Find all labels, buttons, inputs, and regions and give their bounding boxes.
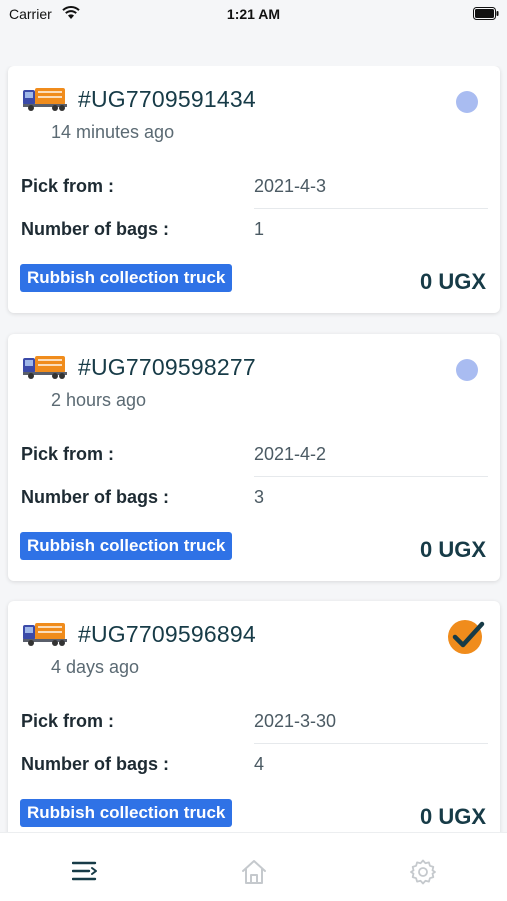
service-type-badge: Rubbish collection truck [20, 264, 233, 292]
order-price: 0 UGX [419, 804, 486, 829]
pick-from-label: Pick from : [21, 444, 115, 464]
service-type-badge: Rubbish collection truck [20, 799, 233, 827]
tab-orders[interactable] [0, 833, 169, 901]
bags-value: 3 [254, 487, 265, 507]
pick-from-value: 2021-4-2 [254, 444, 327, 464]
order-card[interactable]: #UG7709596894 4 days ago Pick from : 202… [8, 601, 500, 832]
row-divider [254, 743, 488, 744]
status-bar: Carrier 1:21 AM [0, 0, 507, 30]
bags-label: Number of bags : [21, 219, 170, 239]
check-circle-icon [448, 620, 485, 654]
order-card[interactable]: #UG7709591434 14 minutes ago Pick from :… [8, 66, 500, 313]
row-divider [254, 208, 488, 209]
truck-icon [23, 356, 67, 379]
home-icon [242, 860, 266, 884]
bags-label: Number of bags : [21, 754, 170, 774]
pick-from-label: Pick from : [21, 176, 115, 196]
truck-icon [23, 88, 67, 111]
pick-from-value: 2021-4-3 [254, 176, 327, 196]
gear-icon [410, 859, 436, 885]
order-time-ago: 2 hours ago [51, 390, 147, 410]
bags-label: Number of bags : [21, 487, 170, 507]
status-pending-icon [456, 359, 478, 381]
battery-icon [473, 7, 499, 20]
status-pending-icon [456, 91, 478, 113]
order-time-ago: 14 minutes ago [51, 122, 175, 142]
order-id: #UG7709598277 [78, 354, 256, 380]
list-icon [72, 861, 97, 881]
truck-icon [23, 623, 67, 646]
order-price: 0 UGX [419, 537, 486, 562]
tab-bar [0, 832, 507, 901]
pick-from-value: 2021-3-30 [254, 711, 337, 731]
row-divider [254, 476, 488, 477]
order-id: #UG7709591434 [78, 86, 256, 112]
order-id: #UG7709596894 [78, 621, 256, 647]
order-list[interactable]: #UG7709591434 14 minutes ago Pick from :… [0, 66, 507, 832]
bags-value: 4 [254, 754, 265, 774]
tab-home[interactable] [169, 833, 338, 901]
pick-from-label: Pick from : [21, 711, 115, 731]
order-price: 0 UGX [419, 269, 486, 294]
order-card[interactable]: #UG7709598277 2 hours ago Pick from : 20… [8, 334, 500, 581]
tab-settings[interactable] [338, 833, 507, 901]
order-time-ago: 4 days ago [51, 657, 140, 677]
bags-value: 1 [254, 219, 265, 239]
clock: 1:21 AM [226, 6, 281, 22]
service-type-badge: Rubbish collection truck [20, 532, 233, 560]
